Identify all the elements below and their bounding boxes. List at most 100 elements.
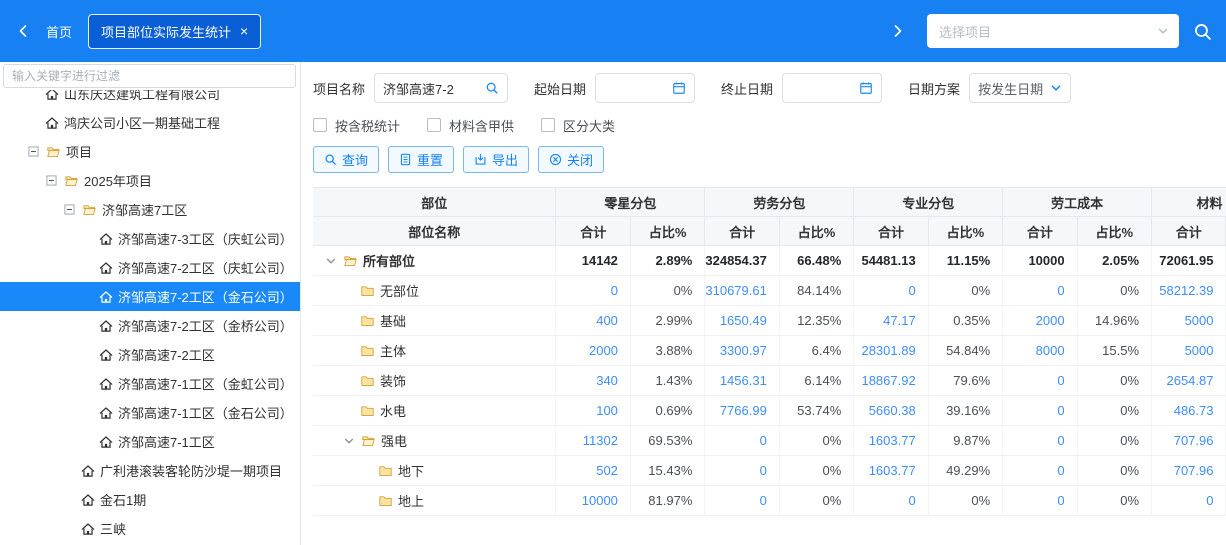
table-row[interactable]: 主体20003.88%3300.976.4%28301.8954.84%8000… (313, 336, 1226, 366)
amount-cell[interactable]: 340 (556, 366, 630, 396)
amount-cell[interactable]: 0 (705, 456, 779, 486)
tabs-scroll-left-icon[interactable] (14, 24, 32, 38)
table-row[interactable]: 水电1000.69%7766.9953.74%5660.3839.16%00%4… (313, 396, 1226, 426)
checkbox-category-split[interactable]: 区分大类 (541, 116, 615, 135)
checkbox-box[interactable] (541, 118, 555, 132)
amount-cell[interactable]: 2000 (1003, 306, 1077, 336)
calendar-icon[interactable] (672, 81, 686, 95)
amount-cell[interactable]: 0 (1152, 486, 1226, 516)
amount-cell[interactable]: 5000 (1152, 336, 1226, 366)
close-button[interactable]: 关闭 (538, 146, 604, 173)
checkbox-with-tax[interactable]: 按含税统计 (313, 116, 400, 135)
tree-item[interactable]: 三峡 (0, 514, 300, 543)
export-button[interactable]: 导出 (463, 146, 529, 173)
amount-cell[interactable]: 0 (1003, 456, 1077, 486)
amount-cell[interactable]: 0 (1003, 366, 1077, 396)
tree-expander-icon[interactable] (44, 175, 59, 186)
row-expander-icon[interactable] (323, 255, 338, 267)
tree-item[interactable]: 鸿庆公司小区一期基础工程 (0, 108, 300, 137)
reset-button[interactable]: 重置 (388, 146, 454, 173)
tree-item[interactable]: 济邹高速7工区 (0, 195, 300, 224)
table-row[interactable]: 装饰3401.43%1456.316.14%18867.9279.6%00%26… (313, 366, 1226, 396)
amount-cell[interactable]: 1456.31 (705, 366, 779, 396)
tree-item[interactable]: 济邹高速7-2工区（金石公司） (0, 282, 300, 311)
date-plan-select[interactable]: 按发生日期 (969, 73, 1071, 103)
amount-cell[interactable]: 0 (1003, 426, 1077, 456)
tree-item[interactable]: 济邹高速7-2工区（金桥公司） (0, 311, 300, 340)
table-row[interactable]: 基础4002.99%1650.4912.35%47.170.35%200014.… (313, 306, 1226, 336)
amount-cell[interactable]: 2000 (556, 336, 630, 366)
start-date-input[interactable] (595, 73, 695, 103)
table-row[interactable]: 强电1130269.53%00%1603.779.87%00%707.96 (313, 426, 1226, 456)
search-icon[interactable] (485, 81, 499, 95)
amount-cell[interactable]: 0 (705, 486, 779, 516)
amount-cell[interactable]: 0 (854, 276, 928, 306)
tree-item[interactable]: 济邹高速7-2工区 (0, 340, 300, 369)
amount-cell[interactable]: 10000 (1003, 246, 1077, 276)
tree-item[interactable]: 济邹高速7-2工区（庆虹公司） (0, 253, 300, 282)
tree-item[interactable]: 济邹高速7-3工区（庆虹公司） (0, 224, 300, 253)
amount-cell[interactable]: 0 (854, 486, 928, 516)
table-row[interactable]: 地下50215.43%00%1603.7749.29%00%707.96 (313, 456, 1226, 486)
amount-cell[interactable]: 58212.39 (1152, 276, 1226, 306)
tree-item[interactable]: 济邹高速7-1工区（金虹公司） (0, 369, 300, 398)
amount-cell[interactable]: 324854.37 (705, 246, 779, 276)
amount-cell[interactable]: 0 (1003, 486, 1077, 516)
amount-cell[interactable]: 8000 (1003, 336, 1077, 366)
tabs-scroll-right-icon[interactable] (889, 24, 907, 38)
end-date-input[interactable] (782, 73, 882, 103)
tree-filter-input[interactable] (3, 64, 296, 88)
tree-item[interactable]: 广利港滚装客轮防沙堤一期项目 (0, 456, 300, 485)
amount-cell[interactable]: 1650.49 (705, 306, 779, 336)
amount-cell[interactable]: 0 (1003, 396, 1077, 426)
amount-cell[interactable]: 72061.95 (1152, 246, 1226, 276)
amount-cell[interactable]: 100 (556, 396, 630, 426)
amount-cell[interactable]: 1603.77 (854, 456, 928, 486)
table-row[interactable]: 地上1000081.97%00%00%00%0 (313, 486, 1226, 516)
query-button[interactable]: 查询 (313, 146, 379, 173)
calendar-icon[interactable] (859, 81, 873, 95)
amount-cell[interactable]: 10000 (556, 486, 630, 516)
tab-active[interactable]: 项目部位实际发生统计 × (88, 14, 261, 49)
tab-close-icon[interactable]: × (240, 24, 248, 38)
amount-cell[interactable]: 14142 (556, 246, 630, 276)
tree-item[interactable]: 2025年项目 (0, 166, 300, 195)
project-name-input[interactable]: 济邹高速7-2 (374, 73, 508, 103)
amount-cell[interactable]: 707.96 (1152, 426, 1226, 456)
amount-cell[interactable]: 486.73 (1152, 396, 1226, 426)
tree-item[interactable]: 济邹高速7-1工区（金石公司） (0, 398, 300, 427)
search-icon[interactable] (1193, 22, 1212, 41)
checkbox-box[interactable] (427, 118, 441, 132)
amount-cell[interactable]: 310679.61 (705, 276, 779, 306)
amount-cell[interactable]: 3300.97 (705, 336, 779, 366)
amount-cell[interactable]: 7766.99 (705, 396, 779, 426)
checkbox-material-supplied[interactable]: 材料含甲供 (427, 116, 514, 135)
amount-cell[interactable]: 0 (556, 276, 630, 306)
tree-item[interactable]: 济邹高速7-1工区 (0, 427, 300, 456)
amount-cell[interactable]: 18867.92 (854, 366, 928, 396)
tree-expander-icon[interactable] (26, 146, 41, 157)
amount-cell[interactable]: 1603.77 (854, 426, 928, 456)
amount-cell[interactable]: 502 (556, 456, 630, 486)
table-row[interactable]: 所有部位141422.89%324854.3766.48%54481.1311.… (313, 246, 1226, 276)
row-expander-icon[interactable] (341, 435, 356, 447)
amount-cell[interactable]: 400 (556, 306, 630, 336)
tab-home[interactable]: 首页 (46, 22, 72, 41)
amount-cell[interactable]: 5000 (1152, 306, 1226, 336)
tree-item[interactable]: 山东庆达建筑工程有限公司 (0, 90, 300, 108)
amount-cell[interactable]: 47.17 (854, 306, 928, 336)
amount-cell[interactable]: 0 (705, 426, 779, 456)
tree-item[interactable]: 项目 (0, 137, 300, 166)
tree-expander-icon[interactable] (62, 204, 77, 215)
amount-cell[interactable]: 2654.87 (1152, 366, 1226, 396)
project-select[interactable]: 选择项目 (927, 14, 1179, 48)
table-row[interactable]: 无部位00%310679.6184.14%00%00%58212.39 (313, 276, 1226, 306)
amount-cell[interactable]: 28301.89 (854, 336, 928, 366)
amount-cell[interactable]: 0 (1003, 276, 1077, 306)
amount-cell[interactable]: 11302 (556, 426, 630, 456)
amount-cell[interactable]: 54481.13 (854, 246, 928, 276)
amount-cell[interactable]: 5660.38 (854, 396, 928, 426)
checkbox-box[interactable] (313, 118, 327, 132)
amount-cell[interactable]: 707.96 (1152, 456, 1226, 486)
tree-item[interactable]: 金石1期 (0, 485, 300, 514)
